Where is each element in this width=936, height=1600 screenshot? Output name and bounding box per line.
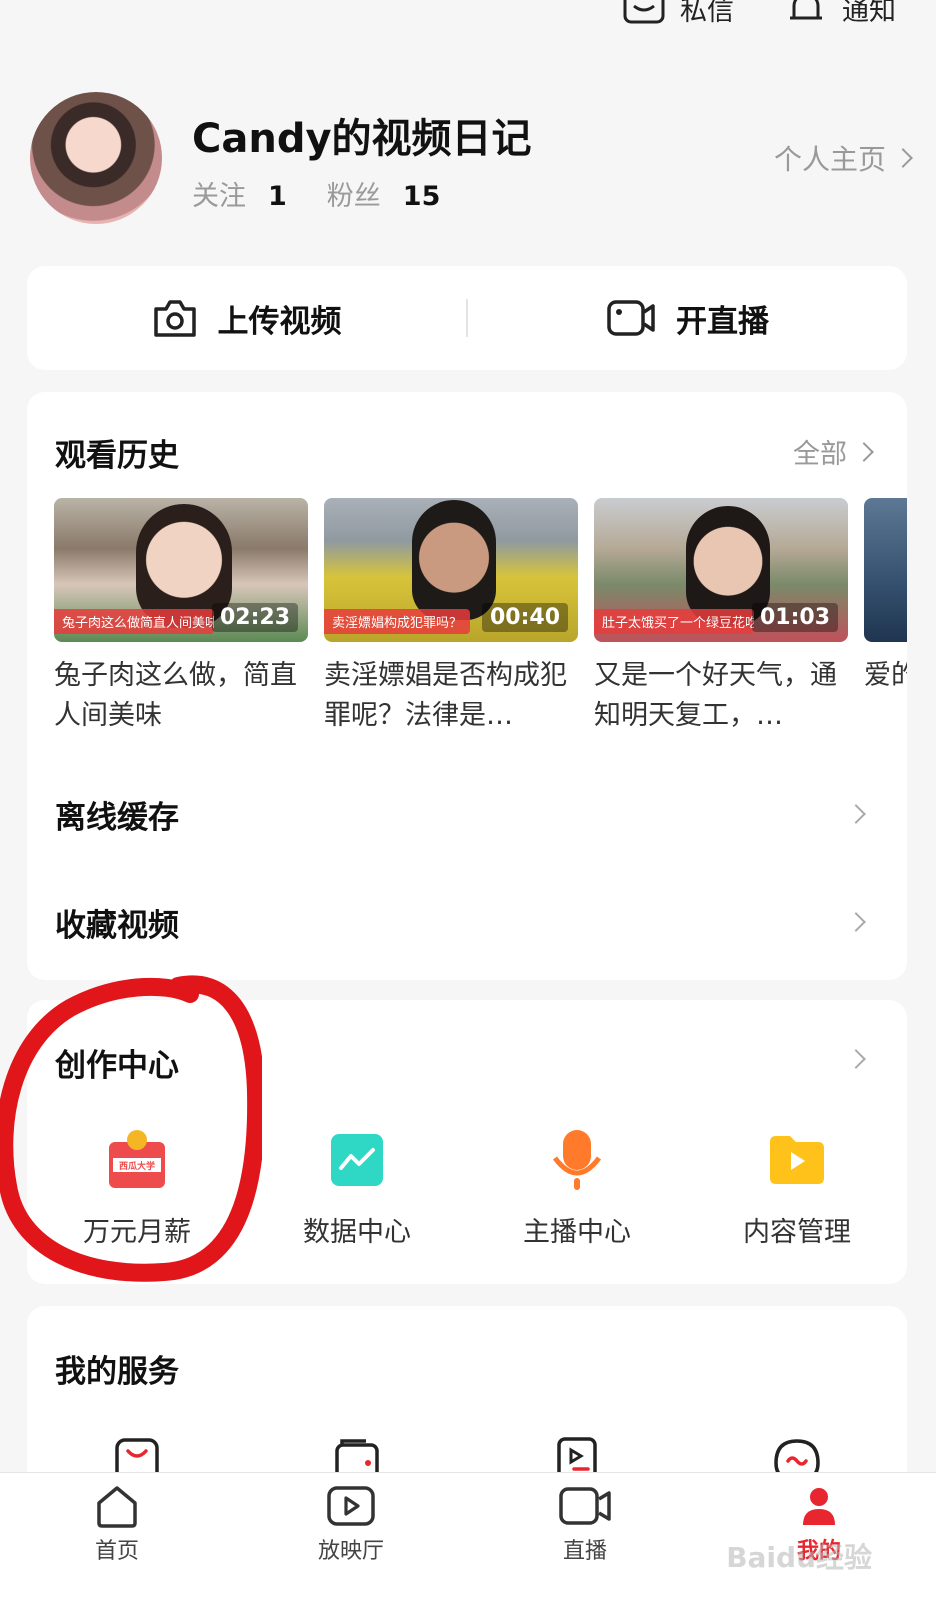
services-title: 我的服务 — [55, 1354, 179, 1390]
go-live-button[interactable]: 开直播 — [468, 296, 907, 341]
quick-actions-card: 上传视频 开直播 — [27, 266, 907, 370]
upload-label: 上传视频 — [217, 303, 342, 340]
history-item[interactable]: 兔子肉这么做简直人间美味 02:23 兔子肉这么做，简直人间美味 — [54, 498, 308, 736]
tab-mine-label: 我的 — [796, 1539, 841, 1564]
homepage-label: 个人主页 — [773, 143, 886, 176]
data-center-item[interactable]: 数据中心 — [247, 1128, 467, 1249]
live-label: 开直播 — [676, 303, 769, 340]
following-count[interactable]: 1 — [268, 181, 287, 212]
notifications-label: 通知 — [842, 0, 896, 27]
homepage-link[interactable]: 个人主页 — [773, 138, 913, 178]
offline-cache-row[interactable]: 离线缓存 — [27, 764, 907, 864]
video-camera-icon — [606, 298, 656, 338]
video-duration: 01:03 — [751, 603, 838, 632]
video-thumbnail[interactable]: 兔子肉这么做简直人间美味 02:23 — [54, 498, 308, 642]
content-management-label: 内容管理 — [743, 1217, 851, 1248]
message-icon — [622, 0, 666, 30]
camera-icon — [152, 297, 198, 339]
messages-button[interactable]: 私信 — [622, 0, 734, 30]
history-all-label: 全部 — [793, 439, 847, 470]
avatar[interactable] — [30, 92, 162, 224]
tab-home[interactable]: 首页 — [0, 1473, 234, 1600]
badge-text: 西瓜大学 — [119, 1160, 155, 1172]
live-camera-icon — [559, 1487, 611, 1525]
video-caption: 兔子肉这么做简直人间美味 — [54, 609, 214, 634]
upload-video-button[interactable]: 上传视频 — [27, 296, 466, 341]
following-label[interactable]: 关注 — [192, 174, 246, 213]
video-caption: 卖淫嫖娼构成犯罪吗？ — [324, 609, 471, 634]
microphone-icon — [545, 1128, 609, 1192]
messages-label: 私信 — [680, 0, 734, 27]
bell-icon — [784, 0, 828, 30]
offline-cache-label: 离线缓存 — [55, 799, 179, 836]
notifications-button[interactable]: 通知 — [784, 0, 896, 30]
chevron-right-icon — [846, 912, 866, 932]
chevron-right-icon — [854, 441, 874, 462]
history-item[interactable]: 卖淫嫖娼构成犯罪吗？ 00:40 卖淫嫖娼是否构成犯罪呢？法律是… — [324, 498, 578, 736]
history-thumbnails: 兔子肉这么做简直人间美味 02:23 兔子肉这么做，简直人间美味 卖淫嫖娼构成犯… — [54, 498, 907, 738]
history-all-link[interactable]: 全部 — [793, 432, 874, 471]
tab-home-label: 首页 — [94, 1539, 139, 1564]
profile-stats: 关注 1 粉丝 15 — [192, 174, 480, 213]
video-thumbnail[interactable] — [864, 498, 907, 642]
tab-live[interactable]: 直播 — [468, 1473, 702, 1600]
video-thumbnail[interactable]: 卖淫嫖娼构成犯罪吗？ 00:40 — [324, 498, 578, 642]
video-title: 又是一个好天气，通知明天复工，… — [594, 660, 837, 731]
data-center-label: 数据中心 — [303, 1217, 411, 1248]
video-thumbnail[interactable]: 肚子太饿买了一个绿豆花吃 01:03 — [594, 498, 848, 642]
history-title: 观看历史 — [55, 438, 179, 474]
chart-icon — [325, 1128, 389, 1192]
top-bar: 私信 通知 — [0, 0, 936, 40]
monthly-salary-item[interactable]: 西瓜大学 万元月薪 — [27, 1128, 247, 1249]
chevron-right-icon — [893, 148, 913, 168]
play-screen-icon — [327, 1486, 375, 1526]
monthly-salary-label: 万元月薪 — [83, 1217, 191, 1248]
video-duration: 00:40 — [481, 603, 568, 632]
favorites-row[interactable]: 收藏视频 — [27, 872, 907, 972]
history-item[interactable]: 爱的x飞 — [864, 498, 907, 736]
content-management-item[interactable]: 内容管理 — [687, 1128, 907, 1249]
chevron-right-icon[interactable] — [846, 1049, 866, 1069]
history-item[interactable]: 肚子太饿买了一个绿豆花吃 01:03 又是一个好天气，通知明天复工，… — [594, 498, 848, 736]
tab-live-label: 直播 — [562, 1539, 607, 1564]
university-badge-icon: 西瓜大学 — [105, 1128, 169, 1192]
creator-title: 创作中心 — [55, 1048, 179, 1084]
anchor-center-item[interactable]: 主播中心 — [467, 1128, 687, 1249]
folder-play-icon — [765, 1128, 829, 1192]
chevron-right-icon — [846, 804, 866, 824]
video-title: 爱的x飞 — [864, 660, 907, 691]
video-title: 兔子肉这么做，简直人间美味 — [54, 660, 297, 731]
user-icon — [803, 1488, 835, 1525]
favorites-label: 收藏视频 — [55, 907, 179, 944]
video-caption: 肚子太饿买了一个绿豆花吃 — [594, 609, 754, 634]
tab-theater-label: 放映厅 — [317, 1539, 384, 1564]
profile-header: Candy的视频日记 关注 1 粉丝 15 个人主页 — [30, 92, 913, 232]
username: Candy的视频日记 — [192, 116, 532, 162]
home-icon — [97, 1486, 137, 1528]
bottom-tab-bar: 首页 放映厅 直播 我的 Baidu经验 — [0, 1472, 936, 1600]
creator-center-card: 创作中心 西瓜大学 万元月薪 数据中心 主播中心 内容管理 — [27, 1000, 907, 1284]
watch-history-card: 观看历史 全部 兔子肉这么做简直人间美味 02:23 兔子肉这么做，简直人间美味… — [27, 392, 907, 980]
fans-label[interactable]: 粉丝 — [327, 174, 381, 213]
fans-count[interactable]: 15 — [403, 181, 441, 212]
anchor-center-label: 主播中心 — [523, 1217, 631, 1248]
video-title: 卖淫嫖娼是否构成犯罪呢？法律是… — [324, 660, 567, 731]
video-duration: 02:23 — [211, 603, 298, 632]
tab-mine[interactable]: 我的 — [702, 1473, 936, 1600]
tab-theater[interactable]: 放映厅 — [234, 1473, 468, 1600]
creator-grid: 西瓜大学 万元月薪 数据中心 主播中心 内容管理 — [27, 1128, 907, 1249]
